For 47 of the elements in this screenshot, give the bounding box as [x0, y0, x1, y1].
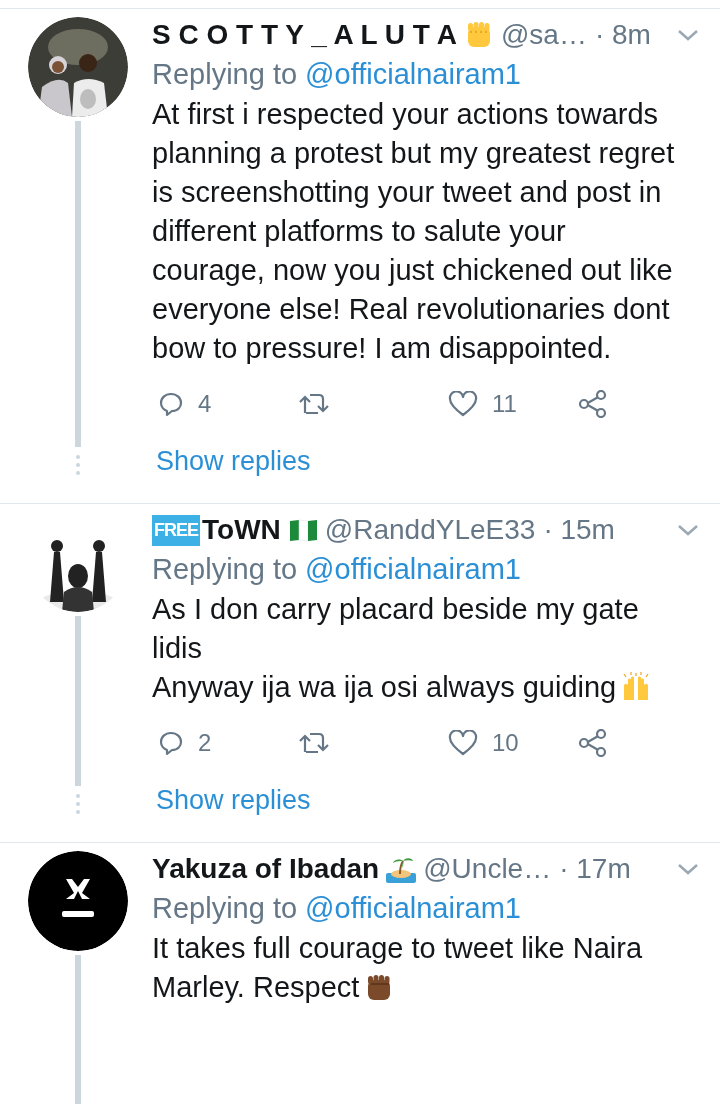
reply-count: 4: [198, 390, 212, 418]
retweet-icon[interactable]: [298, 391, 330, 417]
share-icon[interactable]: [578, 390, 608, 418]
tweet-text-line: It takes full courage to tweet like Naira: [152, 931, 642, 966]
chevron-down-icon[interactable]: [676, 861, 700, 877]
chevron-down-icon[interactable]: [676, 522, 700, 538]
tweet-time: · 8m: [594, 19, 651, 51]
tweet-text-line: everyone else! Real revolutionaries dont: [152, 292, 670, 327]
mention-link[interactable]: @officialnairam1: [305, 550, 521, 588]
mention-link[interactable]: @officialnairam1: [305, 55, 521, 93]
reply-icon[interactable]: [158, 391, 184, 417]
show-replies-link[interactable]: Show replies: [156, 785, 311, 816]
reply-count: 2: [198, 729, 212, 757]
tweet-text-line: lidis: [152, 631, 202, 666]
tweet-text-line: As I don carry placard beside my gate: [152, 592, 639, 627]
user-handle[interactable]: @Uncle…: [423, 853, 552, 885]
show-replies-link[interactable]: Show replies: [156, 446, 311, 477]
tweet-text-line: bow to pressure! I am disappointed.: [152, 331, 612, 366]
replying-label: Replying to: [152, 891, 298, 926]
tweet-text-line: planning a protest but my greatest regret: [152, 136, 675, 171]
tweet-text-line: Marley. Respect: [152, 970, 360, 1005]
replying-label: Replying to: [152, 552, 298, 587]
user-name[interactable]: Yakuza of Ibadan: [152, 853, 380, 885]
user-handle[interactable]: @sa…: [500, 19, 587, 51]
name-badge: FREE: [152, 514, 200, 546]
user-name[interactable]: ToWN: [202, 514, 281, 546]
user-handle[interactable]: @RanddYLeE33: [324, 514, 536, 546]
reply-icon[interactable]: [158, 730, 184, 756]
tweet-text-line: Anyway ija wa ija osi always guiding: [152, 670, 617, 705]
retweet-icon[interactable]: [298, 730, 330, 756]
tweet-text-line: different platforms to salute your: [152, 214, 566, 249]
chevron-down-icon[interactable]: [676, 27, 700, 43]
tweet-text-line: At first i respected your actions towards: [152, 97, 659, 132]
tweet-text-line: is screenshotting your tweet and post in: [152, 175, 662, 210]
heart-icon[interactable]: [448, 730, 478, 756]
mention-link[interactable]: @officialnairam1: [305, 889, 521, 927]
heart-icon[interactable]: [448, 391, 478, 417]
tweet-time: · 17m: [559, 853, 631, 885]
replying-label: Replying to: [152, 57, 298, 92]
share-icon[interactable]: [578, 729, 608, 757]
like-count: 11: [492, 390, 517, 418]
tweet-text-line: courage, now you just chickened out like: [152, 253, 673, 288]
like-count: 10: [492, 729, 519, 757]
thread-dots-icon: [76, 794, 80, 814]
tweet-time: · 15m: [543, 514, 615, 546]
user-name[interactable]: S C O T T Y _ A L U T A: [152, 19, 457, 51]
thread-dots-icon: [76, 455, 80, 475]
